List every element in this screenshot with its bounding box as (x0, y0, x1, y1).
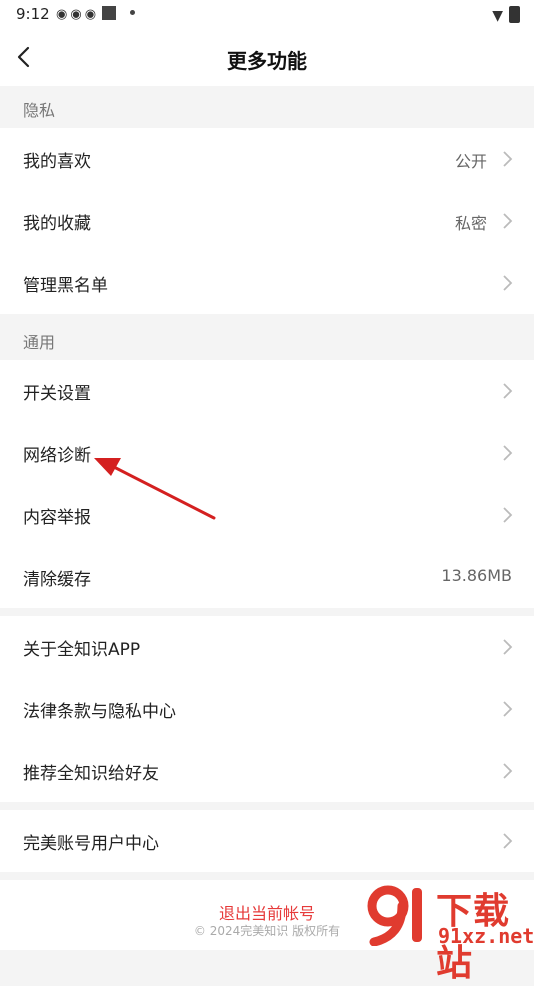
row-label: 内容举报 (23, 508, 91, 528)
row-switch-settings[interactable]: 开关设置 (0, 360, 534, 422)
row-label: 我的收藏 (23, 214, 91, 234)
wifi-icon: ▼ (492, 8, 503, 24)
app-square-icon (102, 6, 117, 20)
row-about-app[interactable]: 关于全知识APP (0, 616, 534, 678)
status-time: 9:12 (16, 5, 50, 23)
dot-icon (130, 10, 136, 15)
weibo-icon: ◉ (84, 7, 100, 22)
watermark-site: 91xz.net (438, 924, 534, 948)
status-right-icons: ▼ (492, 6, 520, 24)
chevron-right-icon (503, 445, 513, 461)
row-label: 网络诊断 (23, 446, 91, 466)
section-divider (0, 802, 534, 810)
watermark: 下载站 91xz.net (366, 880, 534, 984)
section-header-general: 通用 (0, 318, 534, 360)
chevron-right-icon (503, 639, 513, 655)
row-label: 法律条款与隐私中心 (23, 702, 176, 722)
chevron-right-icon (503, 213, 513, 229)
notification-icons: ◉◉◉ (56, 6, 136, 22)
row-clear-cache[interactable]: 清除缓存 13.86MB (0, 546, 534, 608)
chevron-right-icon (503, 763, 513, 779)
chevron-right-icon (503, 383, 513, 399)
weibo-icon: ◉ (70, 7, 85, 22)
row-my-likes[interactable]: 我的喜欢 公开 (0, 128, 534, 190)
row-my-favorites[interactable]: 我的收藏 私密 (0, 190, 534, 252)
row-recommend-friends[interactable]: 推荐全知识给好友 (0, 740, 534, 802)
row-account-center[interactable]: 完美账号用户中心 (0, 810, 534, 872)
row-label: 我的喜欢 (23, 152, 91, 172)
cache-size-value: 13.86MB (441, 566, 512, 585)
battery-icon (509, 6, 520, 23)
row-label: 关于全知识APP (23, 640, 141, 660)
section-title: 隐私 (23, 101, 56, 120)
section-divider (0, 608, 534, 616)
nav-bar: 更多功能 (0, 30, 534, 86)
status-bar: 9:12 ◉◉◉ ▼ (0, 0, 534, 30)
weibo-icon: ◉ (56, 7, 71, 22)
chevron-right-icon (503, 275, 513, 291)
page-title: 更多功能 (227, 49, 307, 73)
section-header-privacy: 隐私 (0, 86, 534, 128)
row-value: 公开 (454, 152, 487, 171)
row-label: 管理黑名单 (23, 276, 108, 296)
row-content-report[interactable]: 内容举报 (0, 484, 534, 546)
row-network-diagnosis[interactable]: 网络诊断 (0, 422, 534, 484)
watermark-logo-icon (367, 885, 422, 946)
chevron-right-icon (503, 507, 513, 523)
chevron-right-icon (503, 701, 513, 717)
row-label: 清除缓存 (23, 570, 91, 590)
row-legal-privacy[interactable]: 法律条款与隐私中心 (0, 678, 534, 740)
row-value: 私密 (454, 214, 487, 233)
row-label: 完美账号用户中心 (23, 834, 159, 854)
section-title: 通用 (23, 333, 56, 352)
row-label: 开关设置 (23, 384, 91, 404)
row-label: 推荐全知识给好友 (23, 764, 159, 784)
chevron-right-icon (503, 151, 513, 167)
section-divider (0, 872, 534, 880)
row-manage-blacklist[interactable]: 管理黑名单 (0, 252, 534, 314)
chevron-right-icon (503, 833, 513, 849)
